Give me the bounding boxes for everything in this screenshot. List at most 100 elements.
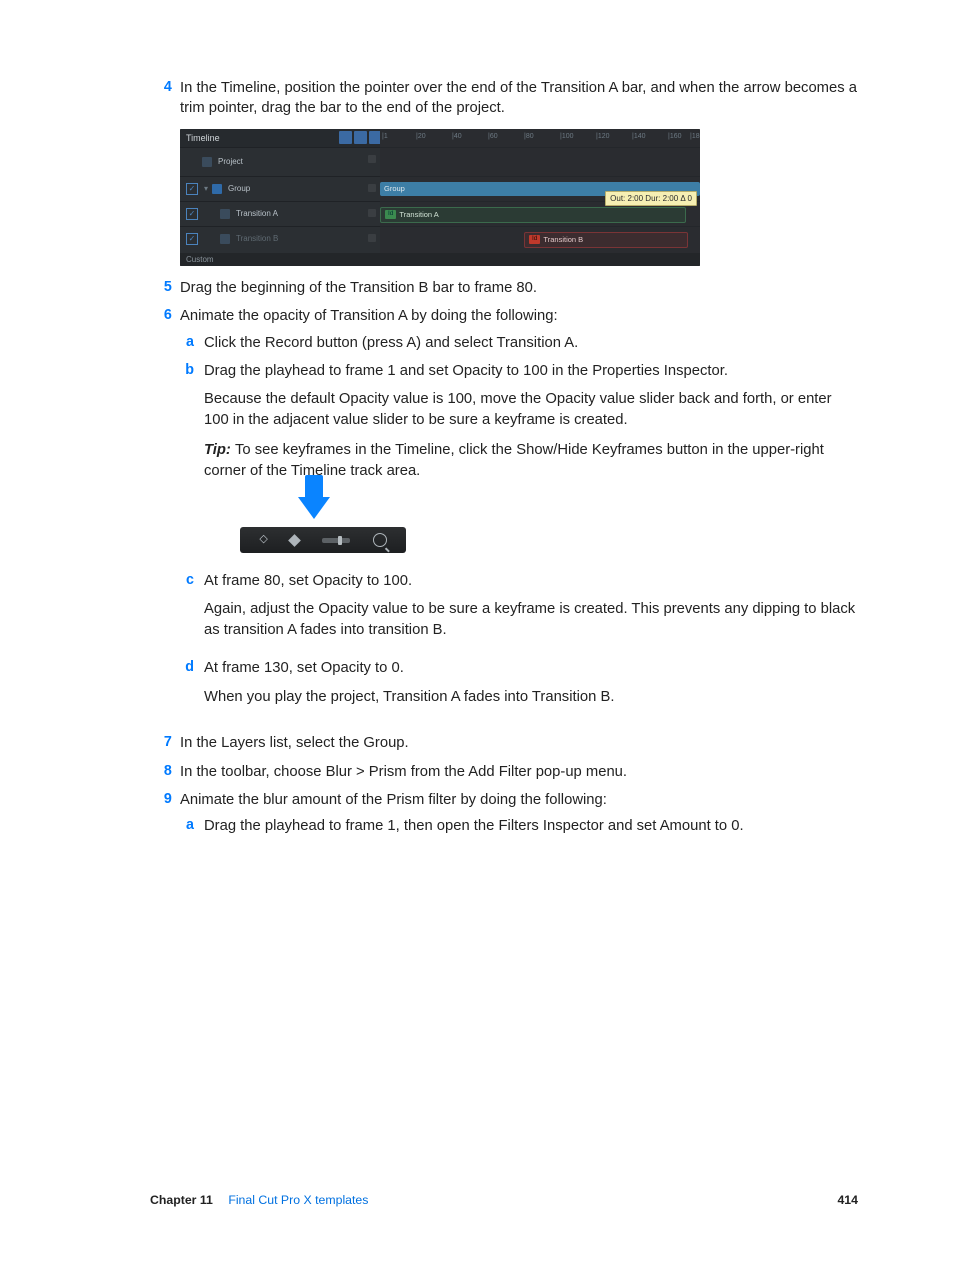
paragraph: Because the default Opacity value is 100… [204, 389, 858, 430]
timeline-scrollbar [380, 253, 700, 266]
step-text: Animate the blur amount of the Prism fil… [180, 790, 858, 810]
substep-9a: a Drag the playhead to frame 1, then ope… [180, 816, 858, 836]
timeline-icon [354, 131, 367, 144]
substep-text: At frame 130, set Opacity to 0. [204, 658, 858, 678]
bar-transition-b: Id Transition B [524, 232, 688, 248]
visibility-check [186, 208, 198, 220]
ruler-tick: |20 [416, 132, 426, 142]
ruler-tick: |140 [632, 132, 646, 142]
prev-keyframe-icon: ◇ [259, 532, 267, 547]
timeline-ruler: |1 |20 |40 |60 |80 |100 |120 |140 |160 |… [380, 129, 700, 148]
step-text: Drag the beginning of the Transition B b… [172, 278, 858, 298]
layer-row-transition-a: Transition A [180, 201, 380, 226]
layer-row-group: ▾ Group [180, 176, 380, 201]
step-text: In the toolbar, choose Blur > Prism from… [172, 762, 858, 782]
step-5: 5 Drag the beginning of the Transition B… [150, 278, 858, 298]
substep-text: At frame 80, set Opacity to 100. [204, 571, 858, 591]
ruler-tick: |80 [524, 132, 534, 142]
paragraph: Again, adjust the Opacity value to be su… [204, 599, 858, 640]
page-number: 414 [837, 1192, 858, 1209]
substep-6c: c At frame 80, set Opacity to 100. Again… [180, 571, 858, 650]
substep-letter: b [180, 361, 194, 563]
step-number: 7 [150, 733, 172, 753]
track-transition-a: Id Transition A Out: 2:00 Dur: 2:00 Δ 0 [380, 201, 700, 226]
bar-label: Transition A [399, 210, 438, 220]
ruler-tick: |100 [560, 132, 574, 142]
step-9: 9 Animate the blur amount of the Prism f… [150, 790, 858, 845]
document-page: 4 In the Timeline, position the pointer … [0, 0, 954, 1265]
tip-label: Tip: [204, 442, 235, 458]
step-text: Animate the opacity of Transition A by d… [180, 306, 858, 326]
timeline-controls-bar: ◇ [240, 527, 406, 553]
substep-letter: a [180, 816, 194, 836]
substep-6a: a Click the Record button (press A) and … [180, 333, 858, 353]
timeline-figure: Timeline Project ▾ Group [180, 129, 700, 266]
layer-icon [220, 209, 230, 219]
substep-letter: c [180, 571, 194, 650]
layer-row-project: Project [180, 147, 380, 176]
step-4: 4 In the Timeline, position the pointer … [150, 78, 858, 119]
substep-text: Drag the playhead to frame 1, then open … [194, 816, 858, 836]
step-number: 4 [150, 78, 172, 119]
step-number: 9 [150, 790, 172, 845]
track-project [380, 147, 700, 176]
step-7: 7 In the Layers list, select the Group. [150, 733, 858, 753]
step-number: 8 [150, 762, 172, 782]
step-6: 6 Animate the opacity of Transition A by… [150, 306, 858, 725]
row-tail-icon [368, 234, 376, 242]
timeline-layer-list: Project ▾ Group Transition A Transition … [180, 147, 380, 266]
step-8: 8 In the toolbar, choose Blur > Prism fr… [150, 762, 858, 782]
row-tail-icon [368, 184, 376, 192]
pointer-arrow-icon [298, 497, 330, 519]
zoom-slider [322, 538, 350, 543]
step-text: In the Timeline, position the pointer ov… [172, 78, 858, 119]
project-icon [202, 157, 212, 167]
ruler-tick: |1 [382, 132, 388, 142]
layer-label: Project [218, 156, 243, 167]
layer-icon [220, 234, 230, 244]
substep-text: Click the Record button (press A) and se… [194, 333, 858, 353]
row-tail-icon [368, 155, 376, 163]
step-number: 5 [150, 278, 172, 298]
tip-paragraph: Tip: To see keyframes in the Timeline, c… [204, 440, 858, 481]
layer-label: Transition B [236, 233, 278, 244]
track-area: Group Id Transition A Out: 2:00 Dur: 2:0… [380, 147, 700, 253]
step-number: 6 [150, 306, 172, 725]
layer-row-transition-b: Transition B [180, 226, 380, 251]
trim-tooltip: Out: 2:00 Dur: 2:00 Δ 0 [605, 191, 697, 206]
ruler-tick: |60 [488, 132, 498, 142]
keyframe-button-figure: ◇ [240, 497, 858, 553]
substep-letter: d [180, 658, 194, 717]
substep-text: Drag the playhead to frame 1 and set Opa… [204, 361, 858, 381]
bar-label: Transition B [543, 235, 583, 245]
zoom-loupe-icon [373, 533, 387, 547]
ruler-tick: |180 [690, 132, 700, 142]
page-footer: Chapter 11 Final Cut Pro X templates 414 [150, 1192, 858, 1209]
substep-6b: b Drag the playhead to frame 1 and set O… [180, 361, 858, 563]
group-icon [212, 184, 222, 194]
row-tail-icon [368, 209, 376, 217]
timeline-title: Timeline [186, 132, 220, 144]
step-text: In the Layers list, select the Group. [172, 733, 858, 753]
bar-transition-a: Id Transition A [380, 207, 686, 223]
bar-tag: Id [529, 235, 540, 244]
timeline-footer: Custom [180, 253, 386, 266]
timeline-header: Timeline [180, 129, 386, 147]
bar-label: Group [384, 184, 405, 194]
tip-text: To see keyframes in the Timeline, click … [204, 442, 824, 478]
visibility-check [186, 233, 198, 245]
ruler-tick: |40 [452, 132, 462, 142]
keyframe-icon [289, 534, 302, 547]
ruler-tick: |120 [596, 132, 610, 142]
visibility-check [186, 183, 198, 195]
substep-6d: d At frame 130, set Opacity to 0. When y… [180, 658, 858, 717]
timeline-header-icons [339, 131, 382, 144]
substep-letter: a [180, 333, 194, 353]
bar-tag: Id [385, 210, 396, 219]
chapter-label: Chapter 11 [150, 1193, 213, 1207]
ruler-tick: |160 [668, 132, 682, 142]
layer-label: Transition A [236, 208, 278, 219]
paragraph: When you play the project, Transition A … [204, 687, 858, 707]
timeline-icon [339, 131, 352, 144]
footer-label: Custom [186, 254, 214, 265]
